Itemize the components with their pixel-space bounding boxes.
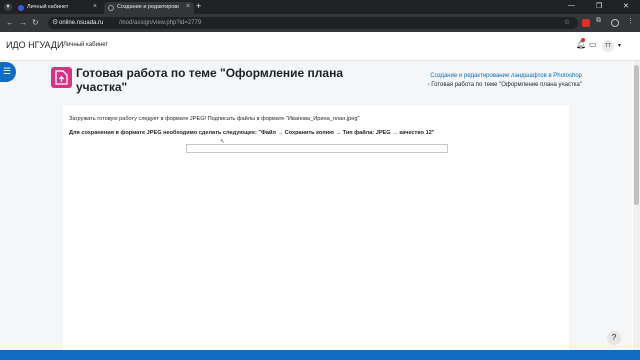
assignment-save-note: Для сохранения в формате JPEG необходимо… — [69, 130, 435, 136]
chat-icon[interactable]: ▭ — [589, 40, 597, 49]
tab-close-icon[interactable]: × — [186, 3, 190, 10]
mouse-cursor-icon: ↖ — [220, 139, 226, 145]
url-path: /mod/assign/view.php?id=2779 — [119, 19, 202, 26]
maximize-window-icon[interactable]: ❐ — [596, 2, 602, 10]
arrow-left-icon[interactable]: ← — [6, 18, 14, 27]
help-button[interactable]: ? — [607, 331, 621, 345]
browser-toolbar: ← → ↻ ⚙ online.nsuada.ru /mod/assign/vie… — [0, 14, 640, 32]
chevron-down-icon[interactable]: ▾ — [618, 42, 621, 49]
site-navbar: ИДО НГУАДИ Личный кабинет 🔔︎ ▭ ТТ ▾ — [0, 32, 640, 61]
browser-menu-icon[interactable]: ⋮ — [627, 17, 635, 25]
tab-title: Личный кабинет — [27, 4, 69, 10]
extension-red-icon[interactable] — [582, 19, 590, 27]
taskbar — [0, 350, 640, 360]
avatar[interactable]: ТТ — [602, 40, 614, 52]
scrollbar-thumb[interactable] — [634, 65, 639, 205]
tab-close-icon[interactable]: × — [93, 3, 97, 10]
address-bar[interactable]: ⚙ online.nsuada.ru /mod/assign/view.php?… — [48, 17, 578, 29]
browser-tab-bar: ▾ Личный кабинет × Создание и редактиров… — [0, 0, 640, 14]
assignment-description: Загружать готовую работу следует в форма… — [63, 106, 569, 350]
assignment-icon — [51, 67, 72, 88]
browser-tab-active[interactable]: Создание и редактирование ... × — [104, 2, 194, 14]
breadcrumb-current-label: Готовая работа по теме "Оформление плана… — [431, 82, 582, 88]
site-favicon-icon — [18, 5, 24, 11]
site-brand[interactable]: ИДО НГУАДИ — [6, 40, 63, 50]
breadcrumb-current: › Готовая работа по теме "Оформление пла… — [428, 82, 582, 88]
profile-icon[interactable] — [611, 19, 619, 27]
reload-icon[interactable]: ↻ — [32, 18, 39, 27]
tab-title: Создание и редактирование ... — [117, 4, 179, 10]
tab-search-icon[interactable]: ▾ — [4, 3, 12, 11]
nav-link-dashboard[interactable]: Личный кабинет — [63, 42, 108, 48]
page-title: Готовая работа по теме "Оформление плана… — [76, 66, 344, 94]
browser-tab[interactable]: Личный кабинет × — [14, 2, 101, 14]
assignment-instruction: Загружать готовую работу следует в форма… — [69, 116, 360, 122]
loading-favicon-icon — [108, 5, 114, 11]
new-tab-button[interactable]: + — [196, 1, 201, 11]
close-window-icon[interactable]: ✕ — [623, 2, 629, 10]
minimize-window-icon[interactable]: — — [568, 2, 575, 9]
site-info-icon[interactable]: ⚙ — [52, 18, 58, 26]
url-host: online.nsuada.ru — [59, 19, 104, 26]
puzzle-icon[interactable]: ⧉ — [596, 17, 604, 25]
arrow-right-icon[interactable]: → — [19, 18, 27, 27]
broken-image-placeholder — [186, 144, 448, 153]
notification-badge — [581, 38, 585, 42]
page-scrollbar[interactable] — [633, 61, 640, 350]
breadcrumb-separator: › — [427, 82, 430, 88]
star-icon[interactable]: ☆ — [564, 18, 570, 26]
breadcrumb-course-link[interactable]: Создание и редактирование ландшафтов в P… — [430, 73, 582, 79]
list-icon: ☰ — [3, 66, 12, 76]
